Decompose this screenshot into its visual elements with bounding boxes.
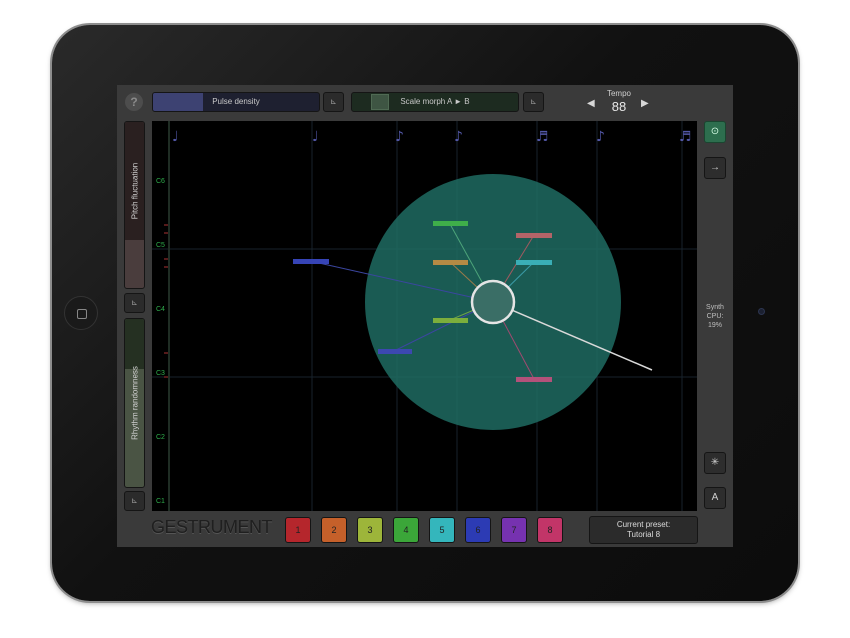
scale-morph-label: Scale morph A ► B	[400, 97, 470, 106]
pulse-density-slider[interactable]: Pulse density	[152, 92, 320, 112]
tempo-increase-icon[interactable]: ▶	[641, 98, 649, 109]
home-icon	[77, 309, 87, 319]
scale-settings-button[interactable]: ⊾	[523, 92, 544, 112]
preset-button-2[interactable]: 2	[321, 517, 347, 543]
pitch-settings-button[interactable]: ⊾	[124, 293, 145, 313]
rhythm-settings-button[interactable]: ⊾	[124, 491, 145, 511]
svg-text:♬: ♬	[679, 129, 692, 145]
pitch-fluctuation-label: Pitch fluctuation	[130, 162, 139, 220]
current-preset-label: Current preset:	[616, 520, 671, 529]
app-screen: ? Pulse density ⊾ Scale morph A ► B ⊾ ◀ …	[117, 85, 733, 547]
arrow-right-button[interactable]: →	[704, 157, 726, 179]
svg-text:♪: ♪	[454, 129, 463, 145]
tempo-value: 88	[611, 99, 627, 114]
preset-button-6[interactable]: 6	[465, 517, 491, 543]
preset-button-8[interactable]: 8	[537, 517, 563, 543]
canvas-graphics: ♩ ♩ ♪ ♪ ♬ ♪ ♬	[152, 121, 697, 511]
preset-button-4[interactable]: 4	[393, 517, 419, 543]
current-preset-name: Tutorial 8	[626, 530, 661, 539]
note-glyphs: ♩ ♩ ♪ ♪ ♬ ♪ ♬	[172, 129, 692, 145]
svg-text:♪: ♪	[596, 129, 605, 145]
preset-button-1[interactable]: 1	[285, 517, 311, 543]
preset-button-3[interactable]: 3	[357, 517, 383, 543]
svg-text:♪: ♪	[395, 129, 404, 145]
home-button[interactable]	[64, 296, 98, 330]
gesture-canvas[interactable]: ♩ ♩ ♪ ♪ ♬ ♪ ♬ C6 C5 C4 C3 C2 C1	[152, 121, 697, 511]
synth-label: Synth	[706, 304, 724, 311]
pitch-label-c1: C1	[156, 498, 165, 505]
pitch-fluctuation-slider[interactable]: Pitch fluctuation	[124, 121, 145, 289]
a-button[interactable]: A	[704, 487, 726, 509]
pulse-density-label: Pulse density	[212, 97, 260, 106]
settings-gear-button[interactable]: ✳	[704, 452, 726, 474]
rhythm-randomness-fill	[125, 319, 144, 369]
record-toggle-button[interactable]: ⊙	[704, 121, 726, 143]
synth-cpu-readout: Synth CPU: 19%	[700, 303, 730, 330]
help-icon[interactable]: ?	[125, 93, 143, 111]
cpu-value: 19%	[707, 322, 722, 329]
cpu-label: CPU:	[706, 313, 724, 320]
pitch-label-c2: C2	[156, 434, 165, 441]
svg-text:♬: ♬	[536, 129, 549, 145]
tempo-decrease-icon[interactable]: ◀	[587, 98, 595, 109]
current-preset-display[interactable]: Current preset: Tutorial 8	[589, 516, 698, 544]
tempo-label: Tempo	[606, 89, 631, 98]
gestrument-logo: GESTRUMENT	[151, 517, 273, 537]
pitch-label-c3: C3	[156, 370, 165, 377]
preset-button-5[interactable]: 5	[429, 517, 455, 543]
pitch-label-c5: C5	[156, 242, 165, 249]
preset-button-7[interactable]: 7	[501, 517, 527, 543]
pulse-settings-button[interactable]: ⊾	[323, 92, 344, 112]
svg-text:♩: ♩	[172, 129, 179, 145]
rhythm-randomness-label: Rhythm randomness	[130, 366, 139, 440]
rhythm-randomness-slider[interactable]: Rhythm randomness	[124, 318, 145, 488]
camera-lens	[758, 308, 765, 315]
svg-text:♩: ♩	[312, 129, 319, 145]
pitch-label-c4: C4	[156, 306, 165, 313]
scale-morph-slider[interactable]: Scale morph A ► B	[351, 92, 519, 112]
pitch-label-c6: C6	[156, 178, 165, 185]
